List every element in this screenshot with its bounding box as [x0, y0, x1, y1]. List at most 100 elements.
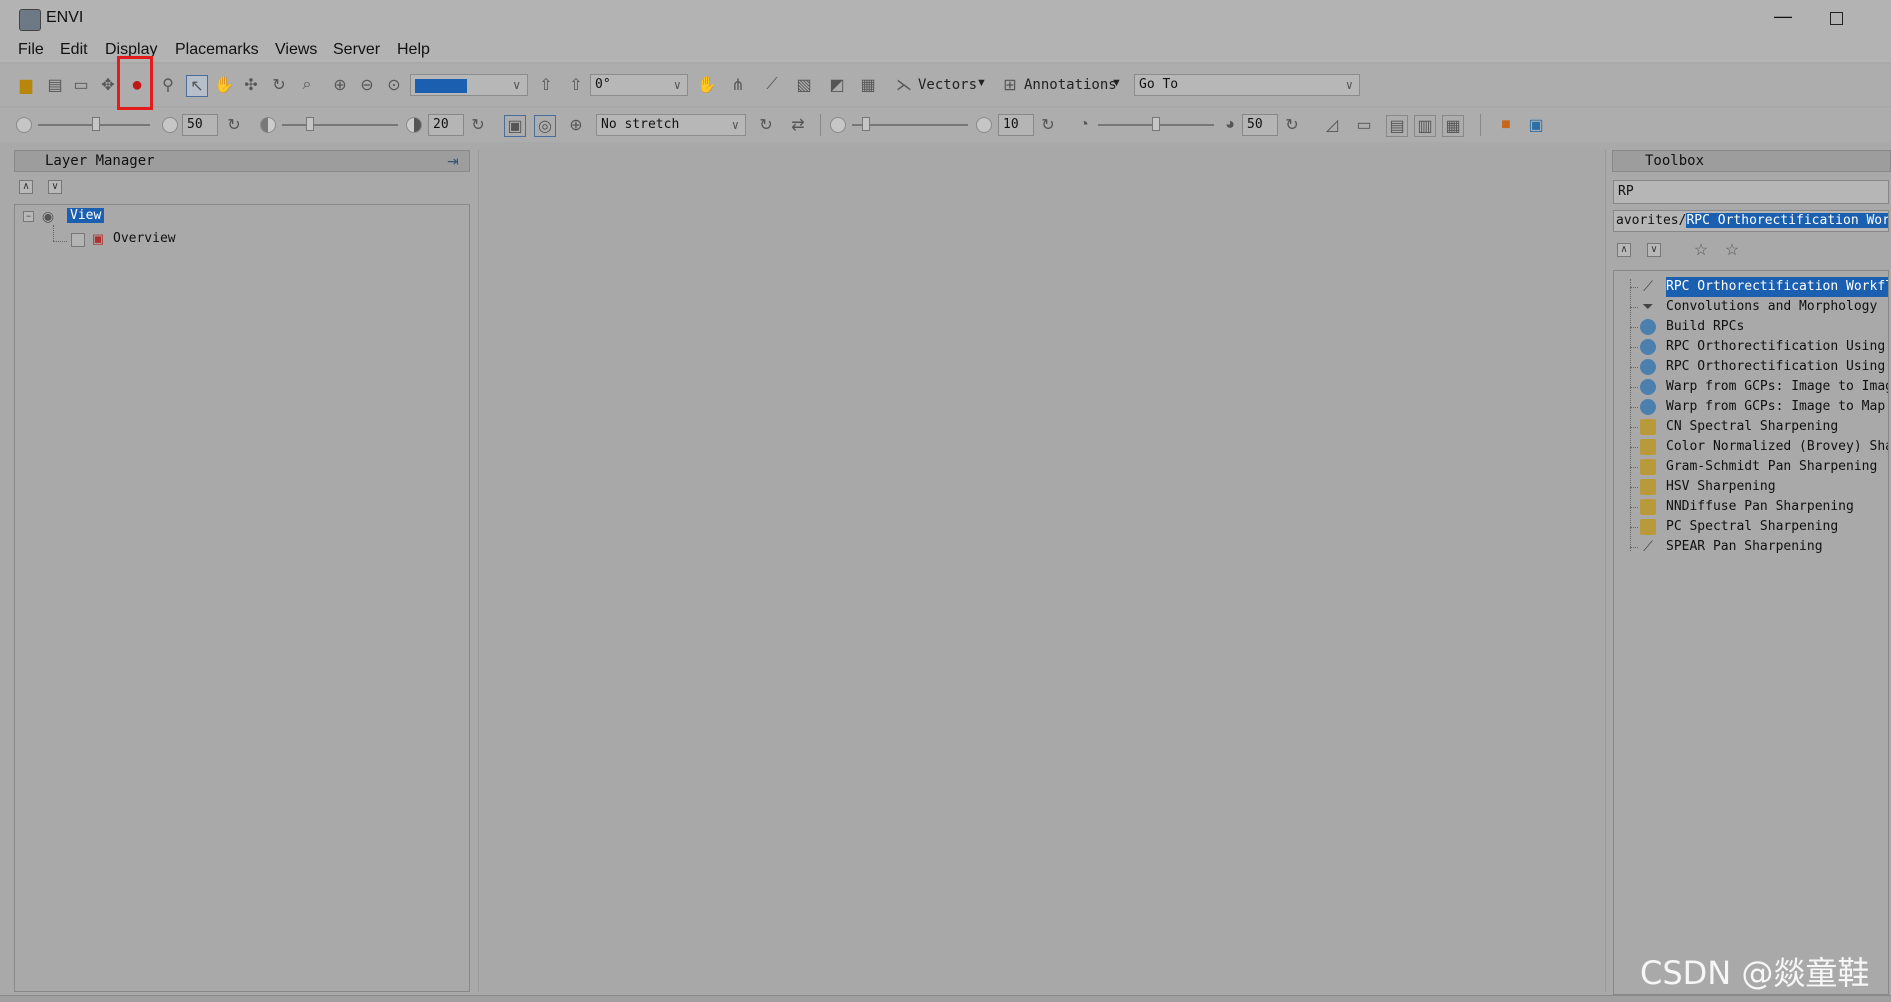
sharpen-value[interactable]: 10 [998, 114, 1034, 136]
stretch-combo[interactable]: No stretch ∨ [596, 114, 746, 136]
globe-icon [1640, 339, 1656, 355]
placemark-pin-icon[interactable]: ⚲ [158, 75, 178, 95]
pin-icon[interactable]: ⇥ [447, 153, 463, 169]
brightness-slider-handle[interactable] [92, 117, 100, 131]
toolbox-item[interactable]: ⏷ Convolutions and Morphology [1614, 297, 1888, 317]
reset-sharpen-icon[interactable]: ↻ [1038, 115, 1058, 135]
tree-line [1630, 447, 1638, 448]
stretch-target-icon[interactable]: ⊕ [566, 115, 586, 135]
contrast-slider[interactable] [282, 124, 398, 126]
zoom-icon[interactable]: ⌕ [297, 75, 317, 95]
toolbox-item[interactable]: NNDiffuse Pan Sharpening [1614, 497, 1888, 517]
enhancement-toolbar: 50 ↻ 20 ↻ ▣ ◎ ⊕ No stretch ∨ ↻ ⇄ 10 ↻ ◔ … [0, 108, 1891, 142]
reset-brightness-icon[interactable]: ↻ [224, 115, 244, 135]
toolbox-item[interactable]: Color Normalized (Brovey) Shar [1614, 437, 1888, 457]
menu-views[interactable]: Views [275, 41, 317, 59]
contrast-slider-handle[interactable] [306, 117, 314, 131]
contrast-value[interactable]: 20 [428, 114, 464, 136]
tree-item-overview[interactable]: Overview [113, 231, 176, 246]
add-favorite-star-icon[interactable]: ☆ [1691, 240, 1711, 260]
vectors-label[interactable]: Vectors [918, 77, 977, 93]
toolbox-item[interactable]: Warp from GCPs: Image to Image [1614, 377, 1888, 397]
toolbox-item[interactable]: RPC Orthorectification Using D [1614, 337, 1888, 357]
select-arrow-icon[interactable]: ↖ [186, 75, 208, 97]
toolbox-header: Toolbox [1612, 150, 1891, 172]
menu-placemarks[interactable]: Placemarks [175, 41, 259, 59]
menu-server[interactable]: Server [333, 41, 380, 59]
folder-icon [1640, 519, 1656, 535]
crosshair-icon[interactable]: ✥ [98, 75, 118, 95]
portal-icon[interactable]: ◩ [827, 75, 847, 95]
tree-collapse-toggle[interactable]: − [23, 211, 34, 222]
toolbox-path-field[interactable]: avorites/RPC Orthorectification Workfl [1613, 210, 1889, 232]
help-monitor-icon[interactable]: ▣ [1526, 115, 1546, 135]
toolbox-item[interactable]: Warp from GCPs: Image to Map R [1614, 397, 1888, 417]
toolbar-separator [1480, 114, 1481, 136]
rotate-right-icon[interactable]: ⇧ [566, 75, 586, 95]
layout-3-icon[interactable]: ▦ [1442, 115, 1464, 137]
annotations-label[interactable]: Annotations [1024, 77, 1117, 93]
vectors-dropdown-icon[interactable]: ▼ [976, 77, 987, 89]
vectors-icon[interactable]: ⋋ [894, 75, 914, 95]
collapse-all-icon[interactable]: ∧ [1617, 243, 1631, 257]
reset-stretch-icon[interactable]: ↻ [756, 115, 776, 135]
overview-checkbox[interactable] [71, 233, 85, 247]
open-folder-icon[interactable]: ▆ [16, 75, 36, 95]
crop-icon[interactable]: ▧ [794, 75, 814, 95]
profile-icon[interactable]: ◿ [1322, 115, 1342, 135]
toolbox-item[interactable]: RPC Orthorectification Using R [1614, 357, 1888, 377]
toolbox-search-input[interactable]: RP [1613, 180, 1889, 204]
pan-hand-icon[interactable]: ✋ [214, 75, 234, 95]
collapse-all-icon[interactable]: ∧ [19, 180, 33, 194]
expand-all-icon[interactable]: ∨ [48, 180, 62, 194]
tree-item-view[interactable]: View [67, 208, 105, 223]
zoom-out-icon[interactable]: ⊖ [357, 75, 377, 95]
display-monitor-icon[interactable]: ▭ [71, 75, 91, 95]
toolbox-item-label: SPEAR Pan Sharpening [1666, 539, 1823, 554]
toolbox-briefcase-icon[interactable]: ■ [1496, 115, 1516, 135]
rotate-icon[interactable]: ↻ [269, 75, 289, 95]
toolbox-item[interactable]: HSV Sharpening [1614, 477, 1888, 497]
stretch-full-icon[interactable]: ▣ [504, 115, 526, 137]
menu-file[interactable]: File [18, 41, 44, 59]
annotations-icon[interactable]: ⊞ [1000, 75, 1020, 95]
clipboard-icon[interactable]: ▤ [45, 75, 65, 95]
expand-all-icon[interactable]: ∨ [1647, 243, 1661, 257]
grab-icon[interactable]: ✋ [697, 75, 717, 95]
zoom-combo[interactable]: ∨ [410, 74, 528, 96]
tree-line [1630, 347, 1638, 348]
image-display-area[interactable] [478, 150, 1606, 992]
mosaic-icon[interactable]: ▦ [858, 75, 878, 95]
transparency-value[interactable]: 50 [1242, 114, 1278, 136]
fly-icon[interactable]: ✣ [241, 75, 261, 95]
rotate-left-icon[interactable]: ⇧ [536, 75, 556, 95]
zoom-fit-icon[interactable]: ⊙ [384, 75, 404, 95]
toolbox-item[interactable]: ⟋ SPEAR Pan Sharpening [1614, 537, 1888, 557]
goto-combo[interactable]: Go To ∨ [1134, 74, 1360, 96]
rotation-combo[interactable]: 0° ∨ [590, 74, 688, 96]
brightness-value[interactable]: 50 [182, 114, 218, 136]
toolbox-item[interactable]: PC Spectral Sharpening [1614, 517, 1888, 537]
image-icon[interactable]: ▭ [1354, 115, 1374, 135]
annotations-dropdown-icon[interactable]: ▼ [1111, 77, 1122, 89]
toolbox-item[interactable]: Gram-Schmidt Pan Sharpening [1614, 457, 1888, 477]
measure-icon[interactable]: ⟋ [762, 75, 782, 95]
toolbox-item[interactable]: ⟋ RPC Orthorectification Workflo [1614, 277, 1888, 297]
maximize-button[interactable] [1830, 12, 1843, 25]
stretch-icon[interactable]: ⋔ [728, 75, 748, 95]
layout-2-icon[interactable]: ▥ [1414, 115, 1436, 137]
toolbox-item[interactable]: CN Spectral Sharpening [1614, 417, 1888, 437]
minimize-button[interactable]: — [1772, 7, 1794, 29]
toolbox-item[interactable]: Build RPCs [1614, 317, 1888, 337]
histogram-icon[interactable]: ⇄ [788, 115, 808, 135]
reset-contrast-icon[interactable]: ↻ [468, 115, 488, 135]
sharpen-slider-handle[interactable] [862, 117, 870, 131]
menu-edit[interactable]: Edit [60, 41, 88, 59]
menu-help[interactable]: Help [397, 41, 430, 59]
reset-transparency-icon[interactable]: ↻ [1282, 115, 1302, 135]
layout-1-icon[interactable]: ▤ [1386, 115, 1408, 137]
remove-favorite-star-icon[interactable]: ☆ [1722, 240, 1742, 260]
transparency-slider-handle[interactable] [1152, 117, 1160, 131]
zoom-in-icon[interactable]: ⊕ [330, 75, 350, 95]
stretch-view-icon[interactable]: ◎ [534, 115, 556, 137]
